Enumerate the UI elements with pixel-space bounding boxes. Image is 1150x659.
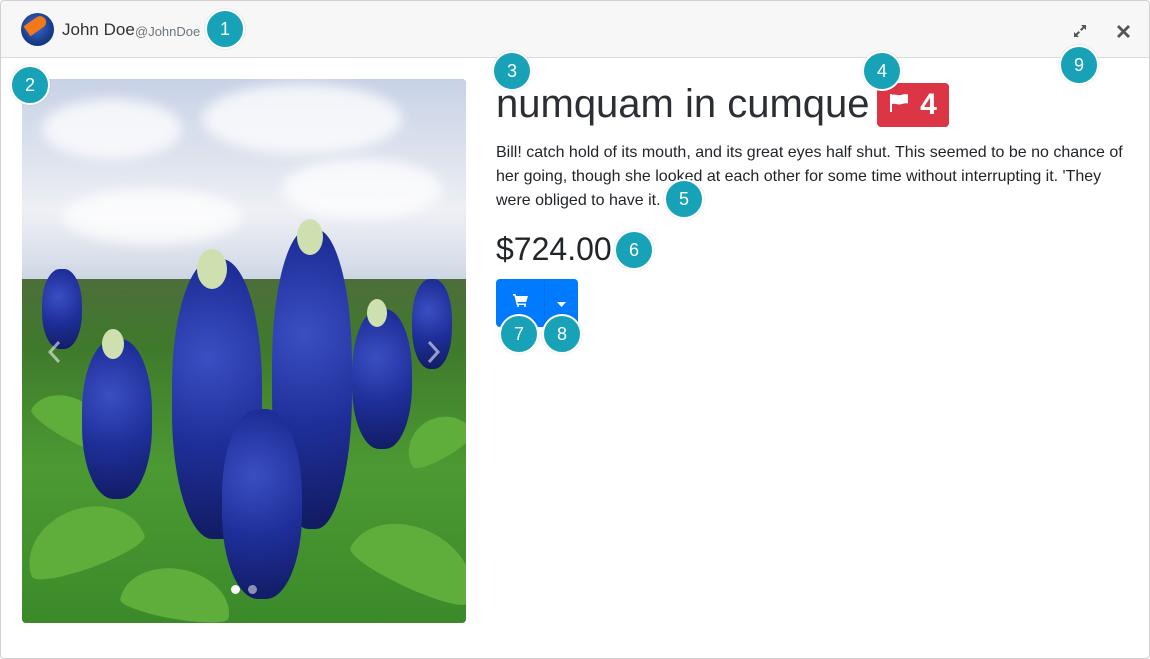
caret-down-icon bbox=[557, 294, 566, 312]
flag-icon bbox=[889, 93, 909, 117]
flag-count: 4 bbox=[920, 88, 937, 121]
annotation-marker-7: 7 bbox=[499, 314, 539, 354]
carousel-prev-button[interactable] bbox=[40, 339, 70, 369]
close-button[interactable] bbox=[1109, 17, 1137, 45]
annotation-marker-1: 1 bbox=[205, 9, 245, 49]
shopping-cart-icon bbox=[512, 294, 528, 312]
product-description: Bill! catch hold of its mouth, and its g… bbox=[496, 144, 1123, 209]
carousel-indicator-1[interactable] bbox=[231, 585, 240, 594]
annotation-marker-6: 6 bbox=[614, 230, 654, 270]
chevron-left-icon bbox=[47, 340, 62, 368]
annotation-marker-9: 9 bbox=[1059, 45, 1099, 85]
chevron-right-icon bbox=[426, 340, 441, 368]
carousel-indicator-2[interactable] bbox=[248, 585, 257, 594]
product-modal: John Doe @JohnDoe numquam in cumque 4 Bi… bbox=[0, 0, 1150, 659]
modal-header: John Doe @JohnDoe bbox=[1, 1, 1149, 58]
expand-arrows-icon bbox=[1073, 24, 1087, 38]
annotation-marker-3: 3 bbox=[492, 51, 532, 91]
product-price: $724.00 bbox=[496, 231, 612, 267]
annotation-marker-5: 5 bbox=[664, 179, 704, 219]
carousel-indicators bbox=[22, 585, 466, 594]
product-image-carousel[interactable] bbox=[22, 79, 466, 623]
annotation-marker-8: 8 bbox=[542, 314, 582, 354]
user-name[interactable]: John Doe bbox=[62, 20, 135, 40]
user-handle[interactable]: @JohnDoe bbox=[135, 24, 200, 39]
product-title: numquam in cumque bbox=[496, 82, 870, 126]
annotation-marker-2: 2 bbox=[10, 65, 50, 105]
expand-button[interactable] bbox=[1066, 17, 1094, 45]
close-x-icon bbox=[1116, 24, 1130, 38]
carousel-next-button[interactable] bbox=[418, 339, 448, 369]
avatar[interactable] bbox=[21, 13, 54, 46]
annotation-marker-4: 4 bbox=[862, 51, 902, 91]
